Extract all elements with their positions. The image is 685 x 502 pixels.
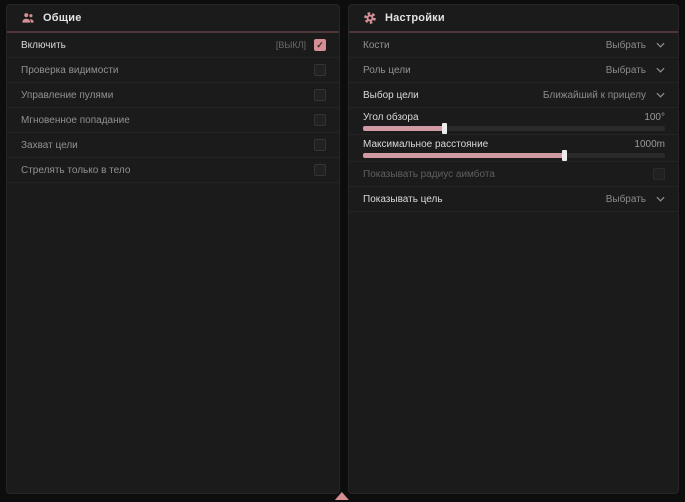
toggle-row-target-lock[interactable]: Захват цели <box>7 133 339 158</box>
bones-dropdown[interactable]: Выбрать <box>606 40 665 51</box>
toggle-label: Управление пулями <box>21 90 113 101</box>
slider-handle[interactable] <box>562 150 567 161</box>
settings-panel-header: Настройки <box>349 5 678 31</box>
dropdown-label: Выбор цели <box>363 90 419 101</box>
slider-value: 100° <box>644 112 665 123</box>
toggle-row-show-aimbot-radius[interactable]: Показывать радиус аимбота <box>349 162 678 187</box>
toggle-row-enable[interactable]: Включить [ВЫКЛ] <box>7 33 339 58</box>
chevron-down-icon <box>656 92 665 98</box>
dropdown-row-show-target: Показывать цель Выбрать <box>349 187 678 212</box>
panel-title: Настройки <box>385 12 445 24</box>
general-panel: Общие Включить [ВЫКЛ] Проверка видимости… <box>6 4 340 494</box>
visibility-check-checkbox[interactable] <box>314 64 326 76</box>
toggle-row-bullet-control[interactable]: Управление пулями <box>7 83 339 108</box>
max-distance-slider[interactable] <box>363 153 665 158</box>
toggle-label: Проверка видимости <box>21 65 119 76</box>
settings-panel: Настройки Кости Выбрать Роль цели Выбрат… <box>348 4 679 494</box>
toggle-label: Стрелять только в тело <box>21 165 130 176</box>
dropdown-value: Выбрать <box>606 40 646 51</box>
dropdown-value: Выбрать <box>606 65 646 76</box>
slider-handle[interactable] <box>442 123 447 134</box>
show-aimbot-radius-checkbox[interactable] <box>653 168 665 180</box>
show-target-dropdown[interactable]: Выбрать <box>606 194 665 205</box>
slider-fill <box>363 153 565 158</box>
toggle-row-body-only[interactable]: Стрелять только в тело <box>7 158 339 183</box>
target-role-dropdown[interactable]: Выбрать <box>606 65 665 76</box>
dropdown-label: Кости <box>363 40 390 51</box>
slider-fill <box>363 126 445 131</box>
slider-row-fov: Угол обзора 100° <box>349 108 678 135</box>
dropdown-value: Ближайший к прицелу <box>543 90 646 101</box>
toggle-row-instant-hit[interactable]: Мгновенное попадание <box>7 108 339 133</box>
up-arrow-icon[interactable] <box>334 492 348 500</box>
toggle-label: Захват цели <box>21 140 78 151</box>
users-icon <box>21 11 35 25</box>
hotkey-state-label: [ВЫКЛ] <box>276 40 306 50</box>
target-lock-checkbox[interactable] <box>314 139 326 151</box>
chevron-down-icon <box>656 196 665 202</box>
dropdown-value: Выбрать <box>606 194 646 205</box>
gear-icon <box>363 11 377 25</box>
dropdown-row-target-role: Роль цели Выбрать <box>349 58 678 83</box>
fov-slider[interactable] <box>363 126 665 131</box>
toggle-label: Показывать радиус аимбота <box>363 169 495 180</box>
slider-row-max-distance: Максимальное расстояние 1000m <box>349 135 678 162</box>
general-panel-header: Общие <box>7 5 339 31</box>
bullet-control-checkbox[interactable] <box>314 89 326 101</box>
chevron-down-icon <box>656 42 665 48</box>
body-only-checkbox[interactable] <box>314 164 326 176</box>
toggle-label: Мгновенное попадание <box>21 115 130 126</box>
dropdown-label: Роль цели <box>363 65 411 76</box>
slider-value: 1000m <box>634 139 665 150</box>
slider-label: Максимальное расстояние <box>363 139 488 150</box>
instant-hit-checkbox[interactable] <box>314 114 326 126</box>
toggle-row-visibility-check[interactable]: Проверка видимости <box>7 58 339 83</box>
target-select-dropdown[interactable]: Ближайший к прицелу <box>543 90 665 101</box>
dropdown-row-target-select: Выбор цели Ближайший к прицелу <box>349 83 678 108</box>
enable-checkbox[interactable] <box>314 39 326 51</box>
dropdown-row-bones: Кости Выбрать <box>349 33 678 58</box>
panel-title: Общие <box>43 12 82 24</box>
chevron-down-icon <box>656 67 665 73</box>
slider-label: Угол обзора <box>363 112 419 123</box>
toggle-label: Включить <box>21 40 66 51</box>
dropdown-label: Показывать цель <box>363 194 443 205</box>
